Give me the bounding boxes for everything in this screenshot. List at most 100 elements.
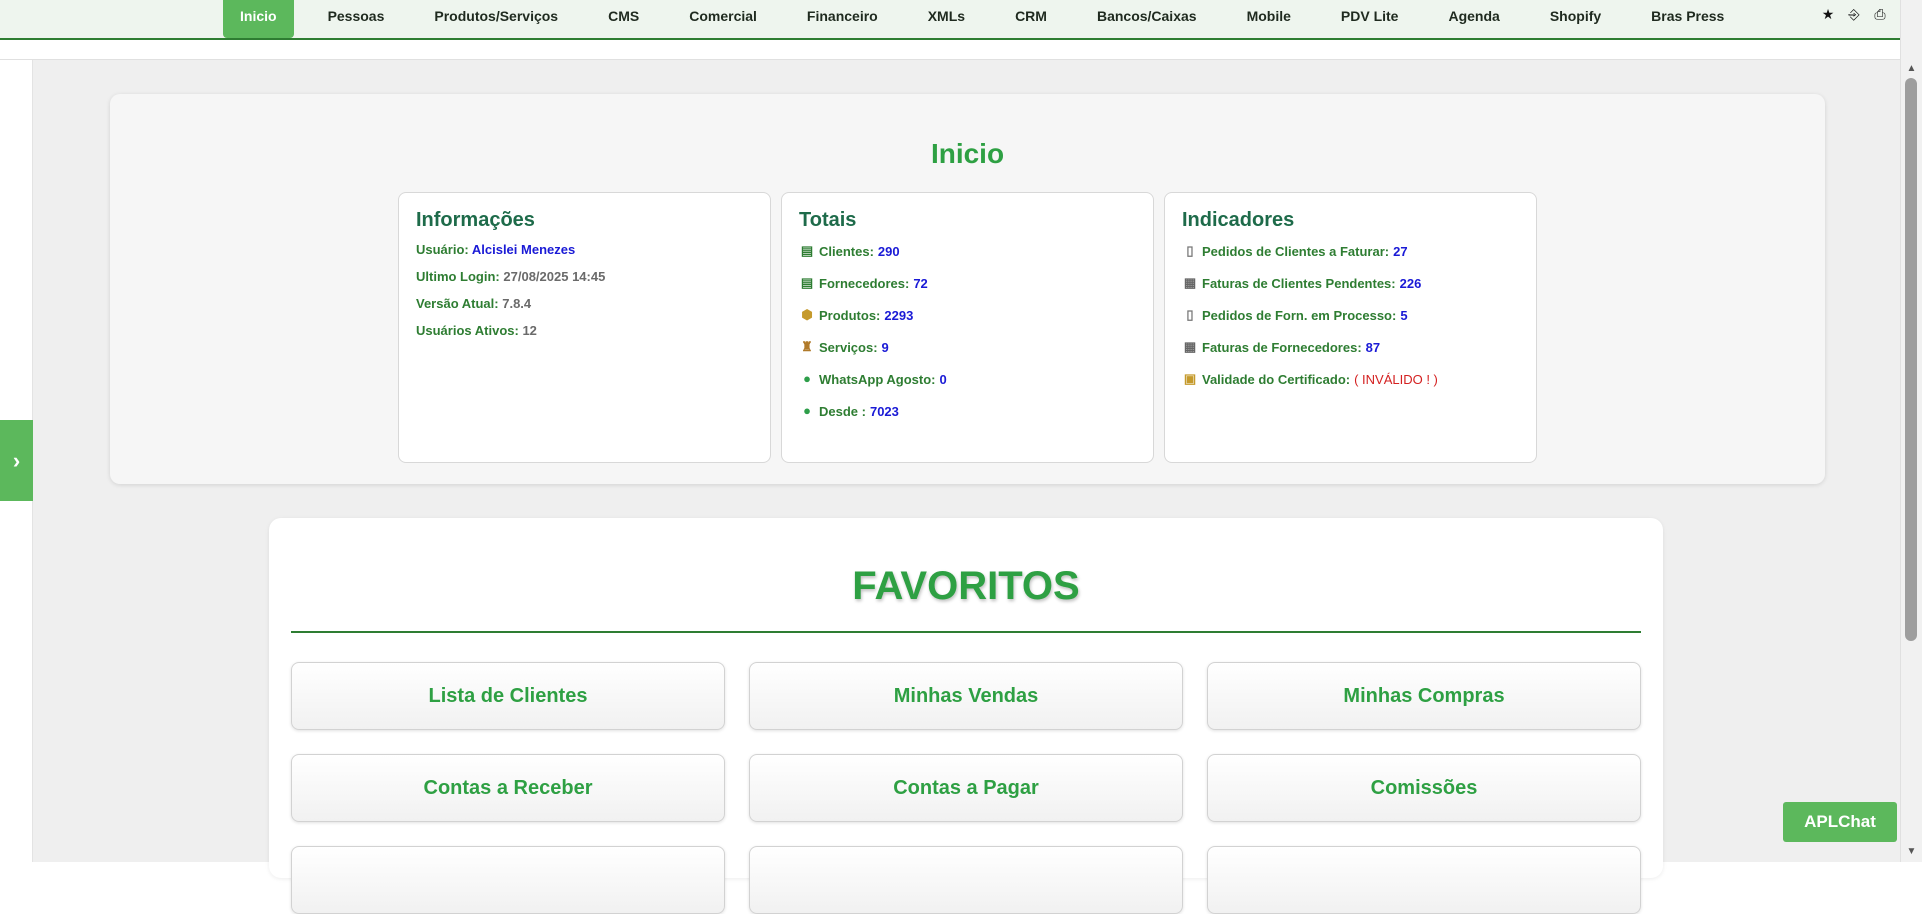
box-icon: ⬢ [801,307,813,322]
indicadores-heading: Indicadores [1182,209,1295,231]
toolbar-tools: ★ ⎆ ⎙ [1820,6,1888,23]
ativos-value: 12 [522,323,537,338]
indicadores-card: Indicadores ▯ Pedidos de Clientes a Fatu… [1164,192,1537,463]
favoritos-title: FAVORITOS [852,564,1080,608]
versao-label: Versão Atual: [416,296,499,311]
aplchat-button[interactable]: APLChat [1783,802,1897,842]
info-versao: Versão Atual: 7.8.4 [416,296,753,311]
page-title: Inicio [930,138,1005,169]
stat-label: Produtos: [819,307,881,323]
info-card: Informações Usuário: Alcislei Menezes Ul… [398,192,771,463]
menu-item-agenda[interactable]: Agenda [1432,0,1515,38]
whatsapp-icon: ● [803,403,811,418]
certificado-status: ( INVÁLIDO ! ) [1354,371,1438,387]
database-icon: ▤ [800,243,814,258]
menu-item-shopify[interactable]: Shopify [1534,0,1617,38]
menu-item-financeiro[interactable]: Financeiro [791,0,894,38]
stat-value: 9 [881,339,889,355]
menu-item-inicio[interactable]: Inicio [223,0,294,38]
ativos-label: Usuários Ativos: [416,323,519,338]
scroll-down-arrow-icon[interactable]: ▼ [1901,845,1922,859]
stat-label: Fornecedores: [819,275,910,291]
menu-item-cms[interactable]: CMS [592,0,655,38]
menu-item-bancos-caixas[interactable]: Bancos/Caixas [1081,0,1213,38]
fav-button-partial[interactable] [749,846,1183,914]
menu-item-produtos-servicos[interactable]: Produtos/Serviços [418,0,574,38]
lock-icon: ▣ [1183,371,1197,386]
stat-label: Serviços: [819,339,878,355]
invoice-icon: ▦ [1183,275,1197,290]
info-ultimo-login: Ultimo Login: 27/08/2025 14:45 [416,269,753,284]
stat-value: 2293 [884,307,914,323]
stat-label: Desde : [819,403,866,419]
database-icon: ▤ [800,275,814,290]
menu-item-crm[interactable]: CRM [999,0,1063,38]
info-usuario: Usuário: Alcislei Menezes [416,242,753,257]
favoritos-divider [291,631,1641,633]
menu-item-xmls[interactable]: XMLs [912,0,981,38]
menu-item-pessoas[interactable]: Pessoas [312,0,401,38]
stat-value: 72 [913,275,928,291]
indic-pedidos-fornecedores[interactable]: ▯ Pedidos de Forn. em Processo: 5 [1182,306,1519,324]
menu-item-comercial[interactable]: Comercial [673,0,773,38]
fav-button-partial[interactable] [291,846,725,914]
star-icon[interactable]: ★ [1820,6,1836,23]
fav-comissoes-button[interactable]: Comissões [1207,754,1641,822]
fav-contas-pagar-button[interactable]: Contas a Pagar [749,754,1183,822]
stat-whatsapp-desde[interactable]: ● Desde : 7023 [799,402,1136,420]
main-menu: Inicio Pessoas Produtos/Serviços CMS Com… [223,0,1758,38]
chevron-right-icon: › [12,447,21,473]
stat-label: Clientes: [819,243,874,259]
service-icon: ♜ [801,339,813,354]
indic-validade-certificado[interactable]: ▣ Validade do Certificado: ( INVÁLIDO ! … [1182,370,1519,388]
favoritos-section: FAVORITOS Lista de Clientes Minhas Venda… [269,518,1663,914]
indic-label: Validade do Certificado: [1202,371,1351,387]
versao-value: 7.8.4 [502,296,532,311]
sub-bar [0,40,1900,60]
indic-label: Faturas de Clientes Pendentes: [1202,275,1396,291]
indic-value: 5 [1400,307,1408,323]
vertical-scrollbar[interactable]: ▲ ▼ [1900,0,1922,862]
invoice-icon: ▦ [1183,339,1197,354]
scroll-up-arrow-icon[interactable]: ▲ [1901,62,1922,76]
sidebar-toggle-button[interactable]: › [0,420,33,501]
indic-label: Pedidos de Forn. em Processo: [1202,307,1397,323]
fav-button-partial[interactable] [1207,846,1641,914]
fav-lista-clientes-button[interactable]: Lista de Clientes [291,662,725,730]
stat-servicos[interactable]: ♜ Serviços: 9 [799,338,1136,356]
print-icon[interactable]: ⎙ [1872,6,1888,23]
stat-label: WhatsApp Agosto: [819,371,936,387]
indic-faturas-fornecedores[interactable]: ▦ Faturas de Fornecedores: 87 [1182,338,1519,356]
login-value: 27/08/2025 14:45 [503,269,606,284]
document-icon: ▯ [1186,307,1194,322]
indic-value: 27 [1393,243,1408,259]
document-icon: ▯ [1186,243,1194,258]
indic-faturas-clientes[interactable]: ▦ Faturas de Clientes Pendentes: 226 [1182,274,1519,292]
indic-pedidos-clientes[interactable]: ▯ Pedidos de Clientes a Faturar: 27 [1182,242,1519,260]
menu-item-mobile[interactable]: Mobile [1231,0,1307,38]
stat-value: 0 [939,371,947,387]
totais-heading: Totais [799,209,857,231]
indic-label: Pedidos de Clientes a Faturar: [1202,243,1390,259]
scrollbar-thumb[interactable] [1905,78,1917,641]
info-heading: Informações [416,209,535,231]
logout-icon[interactable]: ⎆ [1846,6,1862,23]
stat-fornecedores[interactable]: ▤ Fornecedores: 72 [799,274,1136,292]
top-navigation: Inicio Pessoas Produtos/Serviços CMS Com… [0,0,1900,40]
stat-value: 290 [877,243,900,259]
usuario-value[interactable]: Alcislei Menezes [472,242,575,257]
totais-card: Totais ▤ Clientes: 290 ▤ Fornecedores: 7… [781,192,1154,463]
dashboard-panel: Inicio Informações Usuário: Alcislei Men… [110,94,1825,484]
indic-value: 87 [1365,339,1381,355]
fav-contas-receber-button[interactable]: Contas a Receber [291,754,725,822]
stat-clientes[interactable]: ▤ Clientes: 290 [799,242,1136,260]
fav-minhas-vendas-button[interactable]: Minhas Vendas [749,662,1183,730]
main-content: Inicio Informações Usuário: Alcislei Men… [33,60,1900,914]
indic-value: 226 [1399,275,1422,291]
menu-item-bras-press[interactable]: Bras Press [1635,0,1740,38]
stat-whatsapp-agosto[interactable]: ● WhatsApp Agosto: 0 [799,370,1136,388]
stat-produtos[interactable]: ⬢ Produtos: 2293 [799,306,1136,324]
usuario-label: Usuário: [416,242,469,257]
fav-minhas-compras-button[interactable]: Minhas Compras [1207,662,1641,730]
menu-item-pdv-lite[interactable]: PDV Lite [1325,0,1415,38]
